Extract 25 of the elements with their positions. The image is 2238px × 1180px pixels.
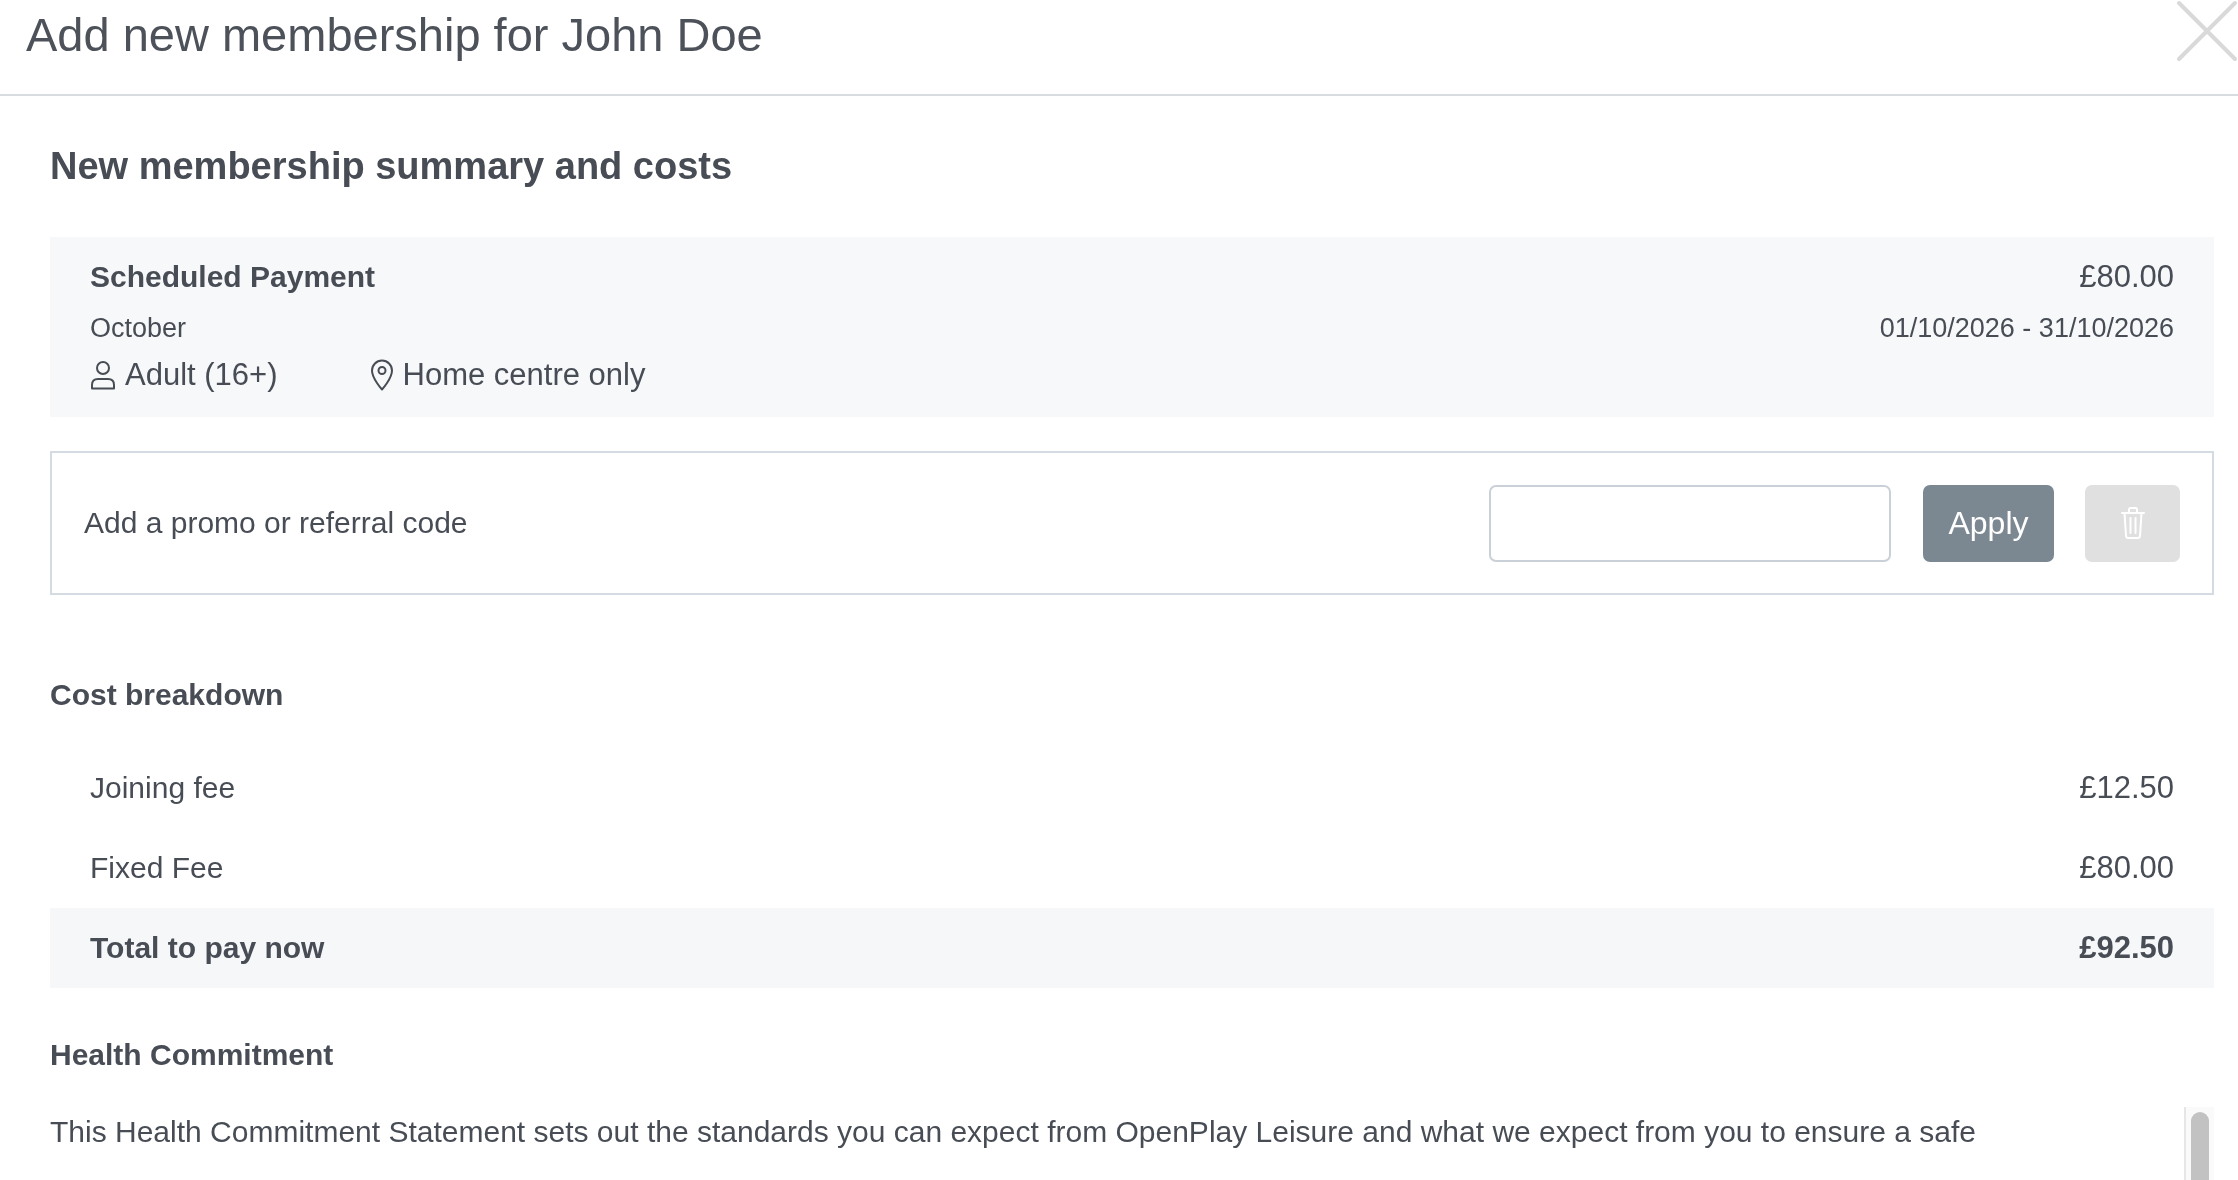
map-pin-icon	[369, 359, 394, 391]
cost-amount: £80.00	[2079, 849, 2174, 887]
promo-label: Add a promo or referral code	[84, 505, 468, 541]
membership-type-label: Adult (16+)	[125, 356, 278, 394]
payment-date-range: 01/10/2026 - 31/10/2026	[1879, 312, 2174, 345]
dialog-title: Add new membership for John Doe	[26, 7, 763, 63]
cost-label: Total to pay now	[90, 930, 325, 966]
section-heading: Cost breakdown	[50, 677, 285, 713]
section-heading: New membership summary and costs	[50, 144, 734, 189]
cost-label: Fixed Fee	[90, 850, 224, 886]
health-commitment-text: This Health Commitment Statement sets out the standards you can expect from OpenPlay Leisure and what we expect from you to ensure a safe	[50, 1114, 1977, 1150]
payment-period: October	[90, 312, 187, 345]
payment-amount: £80.00	[2079, 258, 2174, 296]
promo-code-field[interactable]	[1489, 484, 1891, 562]
cost-amount: £12.50	[2079, 769, 2174, 807]
section-heading: Health Commitment	[50, 1037, 335, 1073]
scrollbar-thumb[interactable]	[2191, 1112, 2209, 1180]
payment-title: Scheduled Payment	[90, 259, 376, 295]
apply-button[interactable]: Apply	[1923, 484, 2054, 562]
cost-amount: £92.50	[2079, 929, 2174, 967]
cost-label: Joining fee	[90, 770, 236, 806]
trash-icon	[2119, 506, 2146, 540]
location-label: Home centre only	[402, 356, 646, 394]
close-icon[interactable]	[2176, 0, 2238, 62]
person-icon	[90, 360, 116, 390]
